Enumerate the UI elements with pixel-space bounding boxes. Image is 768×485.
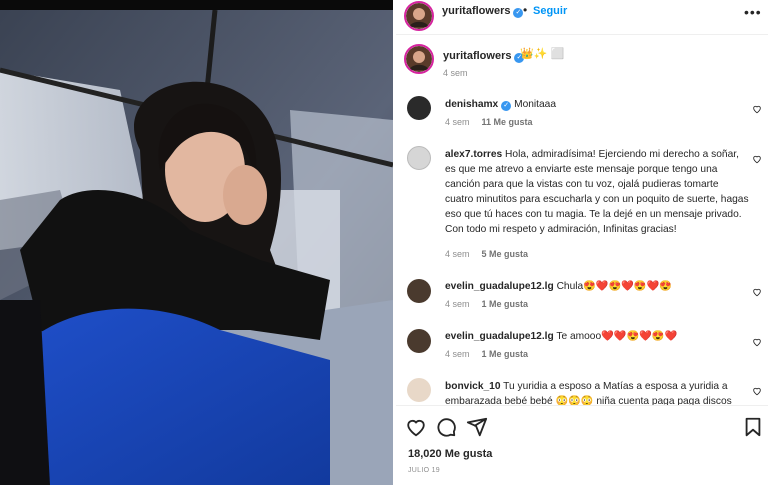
comment-avatar[interactable] (407, 279, 431, 303)
comment-text: Monitaaa (514, 99, 556, 110)
caption-timestamp[interactable]: 4 sem (443, 68, 468, 78)
comment-likes[interactable]: 1 Me gusta (482, 349, 529, 359)
comment-like-heart-icon[interactable] (752, 154, 762, 164)
comment-meta: 4 sem 1 Me gusta (445, 299, 528, 309)
comment-time[interactable]: 4 sem (445, 117, 470, 127)
comment-likes[interactable]: 11 Me gusta (482, 117, 533, 127)
author-username-text[interactable]: yuritaflowers (442, 5, 510, 17)
photo-top-bar (0, 0, 393, 10)
caption-username-text[interactable]: yuritaflowers (443, 50, 511, 62)
more-options-icon[interactable]: ••• (744, 4, 762, 20)
comment-avatar[interactable] (407, 329, 431, 353)
comment-time[interactable]: 4 sem (445, 249, 470, 259)
caption-author-avatar[interactable] (404, 44, 434, 74)
comment-username[interactable]: denishamx (445, 99, 498, 110)
comment-body: alex7.torres Hola, admiradísima! Ejercie… (445, 147, 749, 237)
comment-avatar[interactable] (407, 96, 431, 120)
comment-meta: 4 sem 5 Me gusta (445, 249, 528, 259)
comment-body: denishamx ✓ Monitaaa (445, 97, 749, 112)
comment-like-heart-icon[interactable] (752, 287, 762, 297)
comment-meta: 4 sem 1 Me gusta (445, 349, 528, 359)
comment-time[interactable]: 4 sem (445, 299, 470, 309)
comment-username[interactable]: alex7.torres (445, 149, 502, 160)
caption-text: 👑✨ ⬜ (520, 48, 565, 60)
post-photo[interactable] (0, 0, 393, 485)
comment-like-heart-icon[interactable] (752, 386, 762, 396)
comment-likes[interactable]: 5 Me gusta (482, 249, 529, 259)
comment-time[interactable]: 4 sem (445, 349, 470, 359)
post-actions: 18,020 Me gusta JULIO 19 (396, 405, 768, 485)
bookmark-icon[interactable] (742, 416, 764, 438)
comment-text: Hola, admiradísima! Ejerciendo mi derech… (445, 149, 749, 235)
comment-text: Chula😍❤️😍❤️😍❤️😍 (556, 281, 672, 292)
post-date[interactable]: JULIO 19 (408, 467, 440, 474)
comment-like-heart-icon[interactable] (752, 337, 762, 347)
comment-like-heart-icon[interactable] (752, 104, 762, 114)
comment-body: evelin_guadalupe12.lg Te amooo❤️❤️😍❤️😍❤️ (445, 329, 749, 344)
comment-username[interactable]: evelin_guadalupe12.lg (445, 281, 554, 292)
heart-icon[interactable] (405, 416, 427, 438)
post-header: yuritaflowers ✓ • Seguir ••• (396, 0, 768, 35)
comment-body: evelin_guadalupe12.lg Chula😍❤️😍❤️😍❤️😍 (445, 279, 749, 294)
post-image (0, 0, 393, 485)
comment-likes[interactable]: 1 Me gusta (482, 299, 529, 309)
verified-icon: ✓ (501, 101, 512, 111)
comment-username[interactable]: bonvick_10 (445, 381, 501, 392)
comment-icon[interactable] (435, 416, 457, 438)
caption-username[interactable]: yuritaflowers ✓ (443, 50, 525, 63)
follow-button[interactable]: Seguir (533, 5, 567, 17)
comment-username[interactable]: evelin_guadalupe12.lg (445, 331, 554, 342)
comment-avatar[interactable] (407, 378, 431, 402)
author-username[interactable]: yuritaflowers ✓ (442, 5, 524, 18)
likes-count[interactable]: 18,020 Me gusta (408, 448, 492, 460)
author-avatar[interactable] (404, 1, 434, 31)
comment-meta: 4 sem 11 Me gusta (445, 117, 533, 127)
share-icon[interactable] (466, 416, 488, 438)
comment-avatar[interactable] (407, 146, 431, 170)
verified-icon: ✓ (513, 8, 524, 18)
comment-text: Te amooo❤️❤️😍❤️😍❤️ (556, 331, 678, 342)
header-separator: • (523, 3, 528, 17)
post-panel: yuritaflowers ✓ • Seguir ••• yuritaflower… (396, 0, 768, 485)
